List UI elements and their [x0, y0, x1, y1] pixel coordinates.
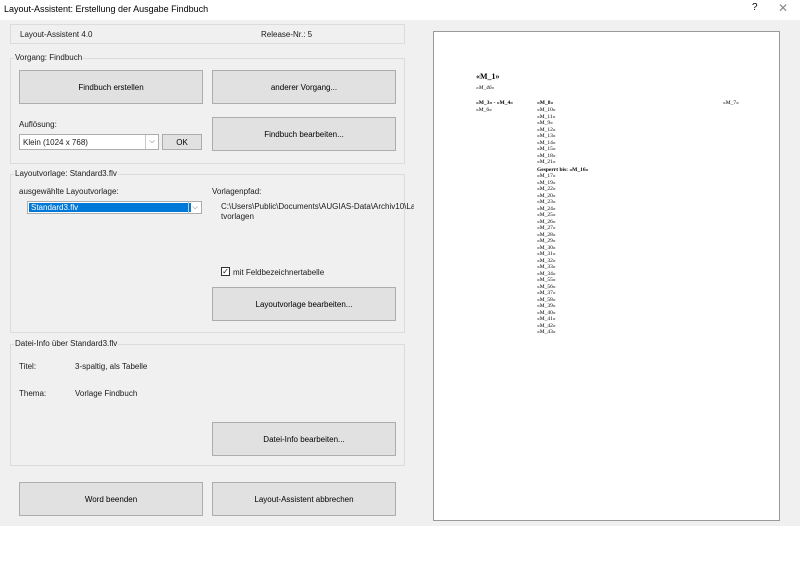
template-value: Standard3.flv	[29, 203, 191, 212]
preview-field: «M_37»	[537, 290, 556, 296]
preview-field: «M_13»	[537, 133, 556, 139]
resolution-label: Auflösung:	[19, 120, 57, 129]
preview-field: «M_58»	[537, 296, 556, 303]
preview-field: «M_19»	[537, 179, 556, 186]
findbuch-bearbeiten-button[interactable]: Findbuch bearbeiten...	[212, 117, 396, 151]
feldbezeichner-checkbox[interactable]: ✓	[221, 267, 230, 276]
ok-button[interactable]: OK	[162, 134, 202, 150]
app-version: Layout-Assistent 4.0	[20, 30, 93, 39]
preview-field: «M_11»	[537, 113, 556, 120]
preview-range: «M_3» - «M_4»	[476, 100, 513, 106]
preview-field: «M_12»	[537, 126, 556, 133]
layoutvorlage-bearbeiten-button[interactable]: Layoutvorlage bearbeiten...	[212, 287, 396, 321]
assistent-abbrechen-button[interactable]: Layout-Assistent abbrechen	[212, 482, 396, 516]
titel-value: 3-spaltig, als Tabelle	[75, 362, 148, 371]
preview-field: «M_55»	[537, 277, 556, 283]
preview-field: «M_25»	[537, 212, 556, 218]
preview-field: «M_29»	[537, 238, 556, 244]
help-icon[interactable]: ?	[752, 2, 758, 13]
feldbezeichner-label: mit Feldbezeichnertabelle	[233, 268, 325, 277]
preview-field: «M_40»	[537, 309, 556, 316]
resolution-value: Klein (1024 x 768)	[23, 137, 88, 147]
preview-field: «M_56»	[537, 283, 556, 290]
preview-field: «M_30»	[537, 244, 556, 251]
selected-template-label: ausgewählte Layoutvorlage:	[19, 187, 119, 196]
preview-field: «M_18»	[537, 152, 556, 159]
preview-field: «M_22»	[537, 186, 556, 192]
preview-field-m6: «M_6»	[476, 107, 492, 113]
preview-field: «M_17»	[537, 173, 556, 179]
word-beenden-button[interactable]: Word beenden	[19, 482, 203, 516]
preview-field: «M_26»	[537, 218, 556, 225]
preview-field: «M_43»	[537, 329, 556, 335]
datei-info-bearbeiten-button[interactable]: Datei-Info bearbeiten...	[212, 422, 396, 456]
resolution-select[interactable]: Klein (1024 x 768) ⌵	[19, 134, 159, 150]
preview-field: «M_24»	[537, 205, 556, 212]
thema-label: Thema:	[19, 389, 47, 398]
preview-field: «M_27»	[537, 225, 556, 231]
thema-value: Vorlage Findbuch	[75, 389, 138, 398]
preview-field: «M_31»	[537, 251, 556, 257]
preview-field: «M_20»	[537, 192, 556, 199]
template-path-line2: tvorlagen	[221, 212, 254, 221]
fileinfo-title: Datei-Info über Standard3.flv	[14, 339, 119, 348]
titel-label: Titel:	[19, 362, 37, 371]
vorgang-title: Vorgang: Findbuch	[14, 53, 84, 62]
preview-field-m8: «M_8»	[537, 100, 554, 106]
preview-field: «M_10»	[537, 107, 556, 113]
template-select[interactable]: Standard3.flv ⌵	[27, 201, 202, 214]
preview-field-m7: «M_7»	[723, 100, 739, 106]
preview-field: «M_39»	[537, 303, 556, 309]
close-icon[interactable]: ✕	[778, 1, 788, 15]
title-bar: Layout-Assistent: Erstellung der Ausgabe…	[0, 0, 800, 20]
template-path-label: Vorlagenpfad:	[212, 187, 262, 196]
template-path-line1: C:\Users\Public\Documents\AUGIAS-Data\Ar…	[221, 202, 429, 211]
preview-field: «M_28»	[537, 231, 556, 238]
preview-field: «M_42»	[537, 322, 556, 329]
preview-subtitle: «M_46»	[476, 85, 495, 91]
preview-field: «M_34»	[537, 270, 556, 277]
preview-field: «M_14»	[537, 139, 556, 146]
header-box: Layout-Assistent 4.0 Release-Nr.: 5	[10, 24, 405, 44]
preview-field: «M_33»	[537, 264, 556, 270]
window-title: Layout-Assistent: Erstellung der Ausgabe…	[4, 4, 209, 14]
preview-field: «M_15»	[537, 146, 556, 152]
preview-field: «M_21»	[537, 159, 556, 165]
chevron-down-icon[interactable]: ⌵	[188, 202, 201, 213]
layout-title: Layoutvorlage: Standard3.flv	[14, 169, 118, 178]
chevron-down-icon[interactable]: ⌵	[145, 135, 158, 149]
preview-page: «M_1» «M_46» «M_3» - «M_4» «M_6» «M_7» «…	[433, 31, 780, 521]
preview-field: «M_41»	[537, 316, 556, 322]
preview-title: «M_1»	[476, 72, 500, 81]
preview-field: «M_23»	[537, 199, 556, 205]
findbuch-erstellen-button[interactable]: Findbuch erstellen	[19, 70, 203, 104]
preview-field: «M_32»	[537, 257, 556, 264]
anderer-vorgang-button[interactable]: anderer Vorgang...	[212, 70, 396, 104]
release-number: Release-Nr.: 5	[261, 30, 313, 39]
preview-field: «M_9»	[537, 120, 553, 126]
